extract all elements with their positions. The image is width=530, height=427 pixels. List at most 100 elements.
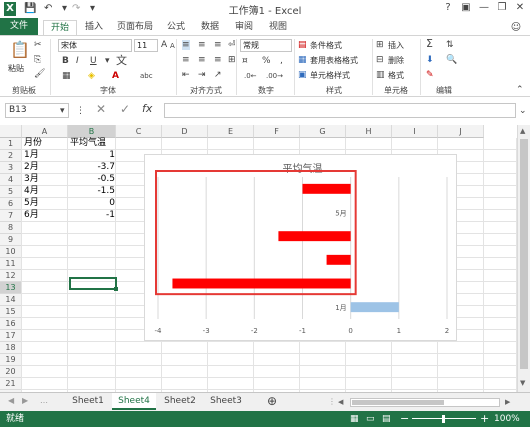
- format-painter-icon[interactable]: 🖌: [34, 69, 45, 79]
- grow-font-icon[interactable]: A: [161, 40, 167, 50]
- vertical-scroll-thumb[interactable]: [520, 139, 528, 369]
- top-align-icon[interactable]: ≡: [182, 40, 190, 50]
- italic-button[interactable]: I: [76, 56, 79, 66]
- tab-data[interactable]: 数据: [198, 20, 222, 35]
- cell-b2[interactable]: 1: [70, 150, 115, 161]
- row-header[interactable]: 2: [0, 150, 22, 162]
- collapse-ribbon-icon[interactable]: ⌃: [516, 85, 524, 95]
- tab-home[interactable]: 开始: [43, 20, 77, 35]
- close-button[interactable]: ✕: [512, 1, 528, 15]
- cell-a3[interactable]: 2月: [24, 162, 39, 173]
- user-icon[interactable]: ☺: [508, 20, 524, 35]
- conditional-format-button[interactable]: 条件格式: [310, 40, 342, 51]
- format-cells-icon[interactable]: ▥: [376, 70, 385, 80]
- split-handle-icon[interactable]: ⋮: [328, 397, 336, 406]
- sheet-tab-sheet4[interactable]: Sheet4: [112, 393, 156, 410]
- autosum-icon[interactable]: Σ: [426, 38, 433, 49]
- insert-cells-button[interactable]: 插入: [388, 40, 404, 51]
- vertical-scrollbar[interactable]: ▲ ▼: [517, 125, 530, 392]
- column-header[interactable]: I: [392, 125, 438, 138]
- cell-styles-button[interactable]: 单元格样式: [310, 70, 350, 81]
- row-header[interactable]: 6: [0, 198, 22, 210]
- tab-view[interactable]: 视图: [266, 20, 290, 35]
- row-header[interactable]: 14: [0, 294, 22, 306]
- scroll-down-icon[interactable]: ▼: [520, 379, 525, 387]
- delete-cells-icon[interactable]: ⊟: [376, 55, 384, 65]
- new-sheet-button[interactable]: ⊕: [264, 393, 280, 410]
- find-select-icon[interactable]: 🔍: [446, 55, 457, 65]
- ribbon-display-options-icon[interactable]: ▣: [458, 1, 474, 15]
- sort-filter-icon[interactable]: ⇅: [446, 40, 454, 50]
- column-header[interactable]: C: [116, 125, 162, 138]
- paste-label[interactable]: 粘贴: [8, 63, 24, 74]
- cell-a7[interactable]: 6月: [24, 210, 39, 221]
- cell-b3[interactable]: -3.7: [70, 162, 115, 173]
- row-header[interactable]: 4: [0, 174, 22, 186]
- row-header[interactable]: 1: [0, 138, 22, 150]
- chart-area[interactable]: 平均气温 -4 -3 -2 -1 0 1 2 1月 5月: [144, 154, 457, 341]
- page-break-view-icon[interactable]: ▤: [382, 411, 391, 427]
- scroll-up-icon[interactable]: ▲: [520, 127, 525, 135]
- cell-b5[interactable]: -1.5: [70, 186, 115, 197]
- cell-a5[interactable]: 4月: [24, 186, 39, 197]
- normal-view-icon[interactable]: ▦: [350, 411, 359, 427]
- copy-icon[interactable]: ⎘: [34, 55, 41, 65]
- row-header[interactable]: 13: [0, 282, 22, 294]
- zoom-level[interactable]: 100%: [494, 411, 520, 427]
- select-all-corner[interactable]: [0, 125, 22, 138]
- increase-indent-icon[interactable]: ⇥: [198, 70, 206, 80]
- column-header[interactable]: A: [22, 125, 68, 138]
- increase-decimal-icon[interactable]: .0←: [244, 71, 257, 81]
- more-sheets-icon[interactable]: …: [40, 396, 48, 405]
- bold-button[interactable]: B: [62, 56, 69, 66]
- column-header[interactable]: J: [438, 125, 484, 138]
- sheet-tab-sheet2[interactable]: Sheet2: [158, 393, 202, 410]
- cut-icon[interactable]: ✂: [34, 40, 42, 50]
- scroll-left-icon[interactable]: ◀: [338, 398, 343, 406]
- row-header[interactable]: 3: [0, 162, 22, 174]
- clear-icon[interactable]: ✎: [426, 70, 434, 80]
- cell-a1[interactable]: 月份: [24, 138, 42, 149]
- phonetic-settings-icon[interactable]: abc: [140, 71, 153, 81]
- row-header[interactable]: 12: [0, 270, 22, 282]
- cell-b1[interactable]: 平均气温: [70, 138, 106, 149]
- row-header[interactable]: 16: [0, 318, 22, 330]
- number-format-select[interactable]: 常规: [240, 39, 292, 52]
- fill-icon[interactable]: ⬇: [426, 55, 434, 65]
- orientation-icon[interactable]: ↗: [214, 70, 222, 80]
- bottom-align-icon[interactable]: ≡: [214, 40, 222, 50]
- tab-insert[interactable]: 插入: [82, 20, 106, 35]
- zoom-slider-thumb[interactable]: [442, 415, 445, 423]
- wrap-text-icon[interactable]: ⏎: [228, 40, 236, 50]
- row-header[interactable]: 7: [0, 210, 22, 222]
- fill-handle[interactable]: [114, 287, 118, 291]
- row-header[interactable]: 10: [0, 246, 22, 258]
- align-right-icon[interactable]: ≡: [214, 55, 222, 65]
- font-name-select[interactable]: 宋体: [58, 39, 132, 52]
- font-color-icon[interactable]: A: [112, 71, 119, 81]
- borders-icon[interactable]: ▦: [62, 71, 71, 81]
- row-header[interactable]: 8: [0, 222, 22, 234]
- format-cells-button[interactable]: 格式: [388, 70, 404, 81]
- prev-sheet-icon[interactable]: ◀: [8, 396, 14, 405]
- cancel-formula-icon[interactable]: ✕: [96, 103, 106, 115]
- column-header[interactable]: H: [346, 125, 392, 138]
- underline-button[interactable]: U: [90, 56, 97, 66]
- cell-a4[interactable]: 3月: [24, 174, 39, 185]
- help-button[interactable]: ?: [440, 1, 456, 15]
- column-header[interactable]: G: [300, 125, 346, 138]
- column-header[interactable]: D: [162, 125, 208, 138]
- row-header[interactable]: 18: [0, 342, 22, 354]
- cell-b4[interactable]: -0.5: [70, 174, 115, 185]
- delete-cells-button[interactable]: 删除: [388, 55, 404, 66]
- format-as-table-icon[interactable]: ▦: [298, 55, 307, 65]
- align-center-icon[interactable]: ≡: [198, 55, 206, 65]
- restore-button[interactable]: ❐: [494, 1, 510, 15]
- cell-a2[interactable]: 1月: [24, 150, 39, 161]
- tab-formulas[interactable]: 公式: [164, 20, 188, 35]
- font-size-select[interactable]: 11: [134, 39, 158, 52]
- active-cell-b13[interactable]: [69, 277, 117, 290]
- phonetic-icon[interactable]: 文: [116, 55, 127, 66]
- cell-styles-icon[interactable]: ▣: [298, 70, 307, 80]
- shrink-font-icon[interactable]: A: [170, 41, 175, 51]
